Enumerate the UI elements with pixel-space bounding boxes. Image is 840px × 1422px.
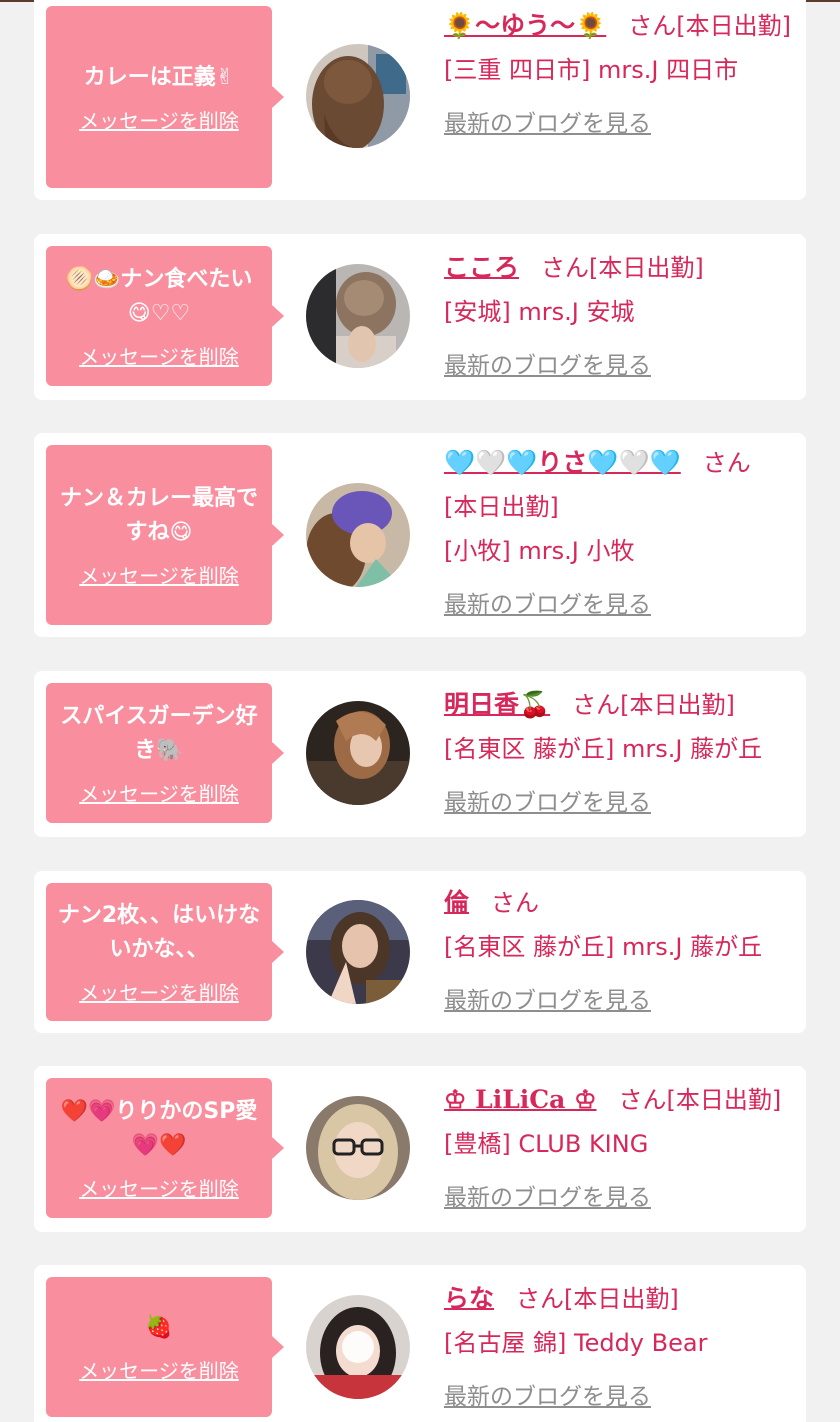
attendance-status: [本日出勤] bbox=[589, 254, 704, 282]
shop-name: [名古屋 錦] Teddy Bear bbox=[444, 1329, 708, 1357]
latest-blog-link[interactable]: 最新のブログを見る bbox=[444, 1375, 651, 1419]
profile-name-link[interactable]: こころ bbox=[444, 253, 519, 282]
honorific: さん bbox=[491, 889, 540, 917]
message-bubble: ❤️💗りりかのSP愛💗❤️ メッセージを削除 bbox=[46, 1078, 284, 1218]
profile-info: こころ さん[本日出勤] [安城] mrs.J 安城 最新のブログを見る bbox=[444, 246, 794, 388]
avatar[interactable] bbox=[306, 1295, 410, 1399]
honorific: さん bbox=[572, 691, 621, 719]
attendance-status: [本日出勤] bbox=[666, 1086, 782, 1114]
message-text: ❤️💗りりかのSP愛💗❤️ bbox=[60, 1098, 258, 1158]
shop-name: [豊橋] CLUB KING bbox=[444, 1130, 649, 1158]
avatar-photo bbox=[306, 44, 410, 148]
honorific: さん bbox=[541, 254, 590, 282]
latest-blog-link[interactable]: 最新のブログを見る bbox=[444, 583, 651, 627]
profile-name-link[interactable]: 倫 bbox=[444, 888, 469, 917]
attendance-status: [本日出勤] bbox=[676, 12, 791, 40]
message-text: ナン2枚、、はいけないかな、、 bbox=[57, 902, 261, 962]
profile-name-link[interactable]: 🌻〜ゆう〜🌻 bbox=[444, 11, 606, 40]
avatar[interactable] bbox=[306, 1096, 410, 1200]
message-text: スパイスガーデン好き🐘 bbox=[60, 703, 258, 763]
avatar-photo bbox=[306, 1096, 410, 1200]
profile-info: 明日香🍒 さん[本日出勤] [名東区 藤が丘] mrs.J 藤が丘 最新のブログを… bbox=[444, 683, 794, 825]
latest-blog-link[interactable]: 最新のブログを見る bbox=[444, 781, 651, 825]
delete-message-link[interactable]: メッセージを削除 bbox=[79, 778, 239, 807]
profile-info: 🌻〜ゆう〜🌻 さん[本日出勤] [三重 四日市] mrs.J 四日市 最新のブログ… bbox=[444, 4, 794, 146]
message-bubble: 🍓 メッセージを削除 bbox=[46, 1277, 284, 1417]
profile-info: 倫さん [名東区 藤が丘] mrs.J 藤が丘 最新のブログを見る bbox=[444, 881, 794, 1023]
delete-message-link[interactable]: メッセージを削除 bbox=[79, 341, 239, 370]
list-item: 🫓🍛ナン食べたい😋♡♡ メッセージを削除 こころ さん[本日出勤] [安城] mr… bbox=[34, 234, 806, 400]
message-text: カレーは正義✌ bbox=[83, 64, 235, 90]
avatar[interactable] bbox=[306, 900, 410, 1004]
message-bubble: スパイスガーデン好き🐘 メッセージを削除 bbox=[46, 683, 284, 823]
shop-name: [三重 四日市] mrs.J 四日市 bbox=[444, 56, 739, 84]
profile-info: ♔ LiLiCa ♔ さん[本日出勤] [豊橋] CLUB KING 最新のブログ… bbox=[444, 1078, 794, 1220]
avatar-photo bbox=[306, 900, 410, 1004]
latest-blog-link[interactable]: 最新のブログを見る bbox=[444, 979, 651, 1023]
list-item: スパイスガーデン好き🐘 メッセージを削除 明日香🍒 さん[本日出勤] [名東区 藤… bbox=[34, 671, 806, 837]
avatar-photo bbox=[306, 264, 410, 368]
shop-name: [安城] mrs.J 安城 bbox=[444, 298, 635, 326]
profile-name-link[interactable]: 明日香🍒 bbox=[444, 690, 550, 719]
list-item: 🍓 メッセージを削除 らな さん[本日出勤] [名古屋 錦] Teddy Bear… bbox=[34, 1265, 806, 1422]
profile-info: らな さん[本日出勤] [名古屋 錦] Teddy Bear 最新のブログを見る bbox=[444, 1277, 794, 1419]
attendance-status: [本日出勤] bbox=[444, 493, 559, 521]
profile-name-link[interactable]: 🩵🤍🩵りさ🩵🤍🩵 bbox=[444, 448, 681, 477]
message-bubble: ナン2枚、、はいけないかな、、 メッセージを削除 bbox=[46, 883, 284, 1021]
delete-message-link[interactable]: メッセージを削除 bbox=[79, 560, 239, 589]
avatar[interactable] bbox=[306, 264, 410, 368]
delete-message-link[interactable]: メッセージを削除 bbox=[79, 1173, 239, 1202]
message-text: 🍓 bbox=[145, 1314, 173, 1340]
avatar-photo bbox=[306, 483, 410, 587]
latest-blog-link[interactable]: 最新のブログを見る bbox=[444, 1176, 651, 1220]
profile-info: 🩵🤍🩵りさ🩵🤍🩵 さん [本日出勤] [小牧] mrs.J 小牧 最新のブログを見… bbox=[444, 441, 794, 627]
list-item: ナン2枚、、はいけないかな、、 メッセージを削除 倫さん [名東区 藤が丘] m… bbox=[34, 871, 806, 1033]
message-bubble: ナン＆カレー最高ですね😋 メッセージを削除 bbox=[46, 445, 284, 625]
list-item: ナン＆カレー最高ですね😋 メッセージを削除 🩵🤍🩵りさ🩵🤍🩵 さん [本日出勤] … bbox=[34, 433, 806, 637]
message-bubble: 🫓🍛ナン食べたい😋♡♡ メッセージを削除 bbox=[46, 246, 284, 386]
avatar-photo bbox=[306, 1295, 410, 1399]
delete-message-link[interactable]: メッセージを削除 bbox=[79, 1355, 239, 1384]
honorific: さん bbox=[702, 449, 751, 477]
honorific: さん bbox=[618, 1086, 667, 1114]
list-item: カレーは正義✌ メッセージを削除 🌻〜ゆう〜🌻 さん[本日出勤] [三重 四日市]… bbox=[34, 0, 806, 200]
message-text: ナン＆カレー最高ですね😋 bbox=[59, 485, 258, 545]
message-text: 🫓🍛ナン食べたい😋♡♡ bbox=[65, 266, 253, 326]
message-bubble: カレーは正義✌ メッセージを削除 bbox=[46, 6, 284, 188]
shop-name: [名東区 藤が丘] mrs.J 藤が丘 bbox=[444, 933, 763, 961]
profile-name-link[interactable]: ♔ LiLiCa ♔ bbox=[444, 1085, 596, 1114]
delete-message-link[interactable]: メッセージを削除 bbox=[79, 977, 239, 1006]
avatar[interactable] bbox=[306, 483, 410, 587]
delete-message-link[interactable]: メッセージを削除 bbox=[79, 105, 239, 134]
list-item: ❤️💗りりかのSP愛💗❤️ メッセージを削除 ♔ LiLiCa ♔ さん[本日出勤… bbox=[34, 1066, 806, 1232]
latest-blog-link[interactable]: 最新のブログを見る bbox=[444, 344, 651, 388]
avatar[interactable] bbox=[306, 701, 410, 805]
avatar[interactable] bbox=[306, 44, 410, 148]
attendance-status: [本日出勤] bbox=[620, 691, 735, 719]
attendance-status: [本日出勤] bbox=[564, 1285, 679, 1313]
honorific: さん bbox=[628, 12, 677, 40]
shop-name: [小牧] mrs.J 小牧 bbox=[444, 537, 635, 565]
honorific: さん bbox=[516, 1285, 565, 1313]
latest-blog-link[interactable]: 最新のブログを見る bbox=[444, 102, 651, 146]
shop-name: [名東区 藤が丘] mrs.J 藤が丘 bbox=[444, 735, 763, 763]
profile-name-link[interactable]: らな bbox=[444, 1284, 494, 1313]
avatar-photo bbox=[306, 701, 410, 805]
